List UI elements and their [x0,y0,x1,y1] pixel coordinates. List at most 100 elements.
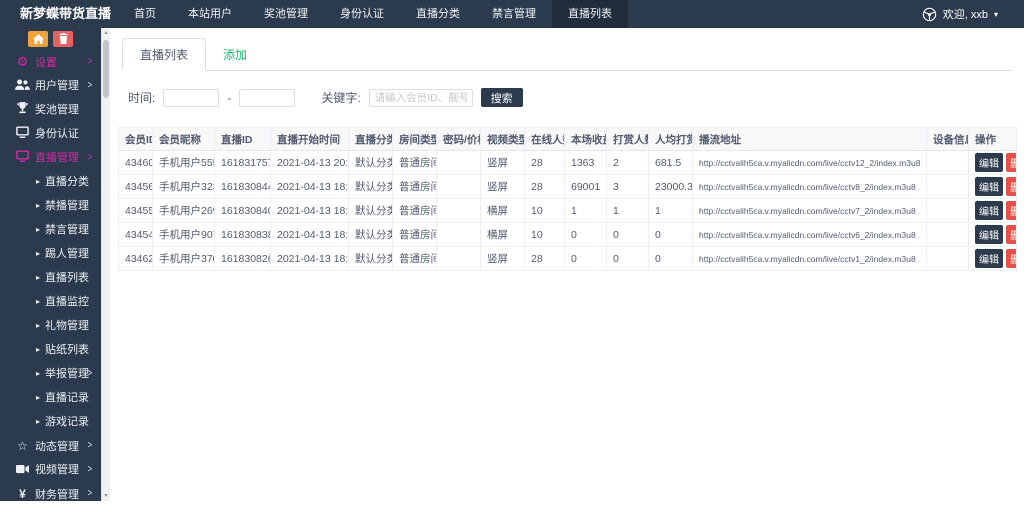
table-cell: 43454 [119,223,153,247]
delete-button[interactable]: 删除 [1006,225,1017,244]
table-cell [437,175,481,199]
table-cell: 1618308409 [215,199,271,223]
sidebar-item-8[interactable]: ▸禁言管理 [0,218,110,242]
monitor-icon [14,146,31,170]
table-cell: 1 [649,199,693,223]
home-icon [33,32,44,47]
table-cell: 0 [607,223,649,247]
sidebar-item-17[interactable]: ☆动态管理> [0,434,110,458]
topnav-item-2[interactable]: 本站用户 [172,0,248,28]
users-icon [14,74,31,98]
time-start-input[interactable] [163,89,219,107]
delete-button[interactable]: 删除 [1006,177,1017,196]
monitor-icon [14,122,31,146]
edit-button[interactable]: 编辑 [975,225,1003,244]
sidebar-item-label: 奖池管理 [35,104,79,116]
search-button[interactable]: 搜索 [481,88,523,107]
table-cell-actions: 编辑删除 [969,199,1017,223]
edit-button[interactable]: 编辑 [975,201,1003,220]
delete-button[interactable]: 删除 [1006,201,1017,220]
sidebar-item-16[interactable]: ▸ 游戏记录 [0,410,110,434]
sidebar-item-19[interactable]: ¥财务管理> [0,482,110,506]
sidebar-item-1[interactable]: ⚙设置> [0,50,110,74]
column-header: 密码/价格 [437,128,481,151]
chevron-right-icon: > [88,362,92,386]
table-cell: 0 [649,223,693,247]
sidebar-item-6[interactable]: ▸直播分类 [0,170,110,194]
sidebar-scrollbar[interactable]: ▲ ▼ [101,28,110,501]
sidebar-item-9[interactable]: ▸踢人管理 [0,242,110,266]
sidebar-item-label: 直播管理 [35,152,79,164]
sidebar-item-label: 礼物管理 [45,320,89,332]
topnav-item-7[interactable]: 直播列表 [552,0,628,28]
sidebar-item-label: 游戏记录 [45,416,89,428]
column-header: 直播分类 [349,128,393,151]
sidebar-item-5[interactable]: 直播管理> [0,146,110,170]
home-button[interactable] [28,31,48,47]
table-cell: http://cctvalih5ca.v.myalicdn.com/live/c… [693,223,927,247]
topnav-item-4[interactable]: 身份认证 [324,0,400,28]
column-header: 播流地址 [693,128,927,151]
user-avatar-icon [922,7,937,22]
triangle-right-icon: ▸ [36,345,40,354]
column-header: 直播开始时间 [271,128,349,151]
column-header: 打赏人数 [607,128,649,151]
table-cell-actions: 编辑删除 [969,151,1017,175]
table-cell [927,247,969,271]
sidebar-item-label: 用户管理 [35,80,79,92]
sidebar-item-7[interactable]: ▸禁播管理 [0,194,110,218]
edit-button[interactable]: 编辑 [975,177,1003,196]
sidebar-item-14[interactable]: ▸举报管理> [0,362,110,386]
tab-live-list[interactable]: 直播列表 [122,38,206,71]
sidebar-item-label: 禁言管理 [45,224,89,236]
sidebar-item-4[interactable]: 身份认证 [0,122,110,146]
sidebar-item-13[interactable]: ▸贴纸列表 [0,338,110,362]
scroll-down-icon[interactable]: ▼ [102,491,110,501]
table-cell-actions: 编辑删除 [969,247,1017,271]
topnav-item-6[interactable]: 禁言管理 [476,0,552,28]
table-cell-actions: 编辑删除 [969,223,1017,247]
table-cell: 默认分类 [349,199,393,223]
column-header: 会员ID [119,128,153,151]
topnav-item-3[interactable]: 奖池管理 [248,0,324,28]
sidebar-item-3[interactable]: 奖池管理 [0,98,110,122]
top-navbar: 新梦蝶带货直播 首页本站用户奖池管理身份认证直播分类禁言管理直播列表 欢迎, x… [0,0,1024,28]
table-cell: 1618308440 [215,175,271,199]
delete-button[interactable]: 删除 [1006,249,1017,268]
time-end-input[interactable] [239,89,295,107]
main-content: 直播列表 添加 时间: - 关键字: 搜索 会员ID会员昵称直播ID直播开始时间… [110,28,1024,501]
scroll-up-icon[interactable]: ▲ [102,28,110,38]
topnav-item-5[interactable]: 直播分类 [400,0,476,28]
table-cell: 普通房间 [393,223,437,247]
trash-icon [59,32,68,47]
keyword-label: 关键字: [321,89,360,106]
trash-button[interactable] [53,31,73,47]
sidebar-item-12[interactable]: ▸礼物管理 [0,314,110,338]
column-header: 设备信息 [927,128,969,151]
triangle-right-icon: ▸ [36,417,40,426]
topnav-item-1[interactable]: 首页 [118,0,172,28]
sidebar-item-18[interactable]: 视频管理> [0,458,110,482]
table-cell: 手机用户2695 [153,199,215,223]
sidebar-item-2[interactable]: 用户管理> [0,74,110,98]
table-cell: 43455 [119,199,153,223]
sidebar: ⚙设置>用户管理>奖池管理身份认证直播管理>▸直播分类▸禁播管理▸禁言管理▸踢人… [0,28,110,501]
tab-add[interactable]: 添加 [206,39,264,70]
table-cell: 手机用户3708 [153,247,215,271]
edit-button[interactable]: 编辑 [975,249,1003,268]
sidebar-item-15[interactable]: ▸直播记录 [0,386,110,410]
triangle-right-icon: ▸ [36,249,40,258]
sidebar-item-11[interactable]: ▸直播监控 [0,290,110,314]
delete-button[interactable]: 删除 [1006,153,1017,172]
table-cell: 1618308260 [215,247,271,271]
user-menu[interactable]: 欢迎, xxb ▾ [922,0,1024,28]
sidebar-item-10[interactable]: ▸直播列表 [0,266,110,290]
table-cell: 10 [525,223,565,247]
keyword-input[interactable] [369,89,473,107]
edit-button[interactable]: 编辑 [975,153,1003,172]
table-cell: 横屏 [481,199,525,223]
scrollbar-thumb[interactable] [103,40,109,98]
table-cell: 默认分类 [349,223,393,247]
table-cell: 2 [607,151,649,175]
table-cell: 43460 [119,151,153,175]
